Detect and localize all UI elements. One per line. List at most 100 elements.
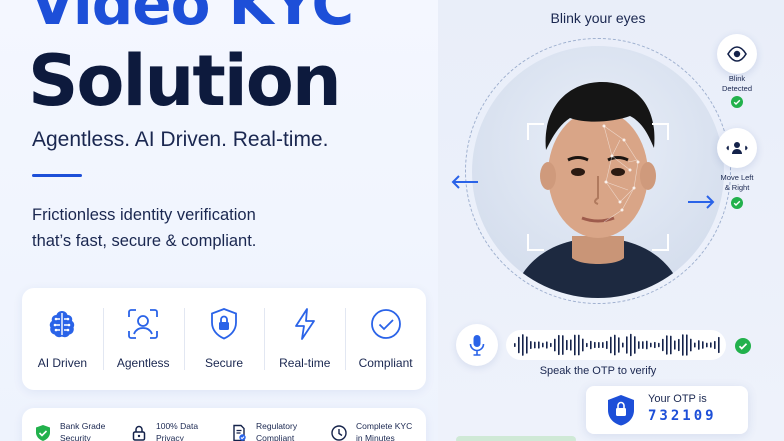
waveform-bar	[618, 337, 620, 353]
waveform-bar	[574, 334, 576, 356]
microphone-button[interactable]	[456, 324, 498, 366]
waveform-bar	[578, 334, 580, 356]
waveform-bar	[590, 340, 592, 350]
waveform-bars	[514, 333, 720, 357]
waveform-bar	[542, 342, 544, 348]
waveform-bar	[586, 342, 588, 348]
waveform-bar	[694, 342, 696, 348]
face-scan-icon	[123, 304, 163, 344]
waveform-bar	[650, 342, 652, 348]
eye-indicator	[717, 34, 757, 74]
divider	[32, 174, 82, 177]
waveform-bar	[710, 342, 712, 348]
waveform-bar	[518, 336, 520, 354]
waveform-bar	[630, 333, 632, 357]
feature-agentless: Agentless	[102, 288, 184, 390]
waveform-bar	[530, 340, 532, 350]
feature-compliant: Compliant	[345, 288, 426, 390]
verification-panel: Blink your eyes Blink Detected Move Left…	[438, 0, 784, 441]
shield-check-icon	[36, 425, 50, 441]
waveform-bar	[670, 335, 672, 355]
shield-lock-icon	[204, 304, 244, 344]
status-bar	[456, 436, 576, 441]
badge-text: Complete KYC	[356, 421, 413, 431]
waveform-bar	[622, 342, 624, 348]
otp-speak-prompt: Speak the OTP to verify	[539, 365, 657, 377]
badge-text: Bank Grade	[60, 421, 106, 431]
feature-label: Compliant	[358, 356, 413, 370]
badge-text: 100% Data	[156, 421, 199, 431]
shield-lock-icon	[608, 395, 634, 426]
otp-title: Your OTP is	[648, 393, 707, 405]
waveform-bar	[538, 341, 540, 349]
waveform-bar	[682, 334, 684, 356]
waveform-bar	[662, 338, 664, 352]
waveform-bar	[702, 341, 704, 349]
arrow-left-icon	[451, 175, 478, 189]
brain-icon	[42, 304, 82, 344]
waveform-bar	[546, 341, 548, 349]
badge-data-privacy: 100% Data Privacy	[130, 420, 198, 441]
waveform-bar	[646, 340, 648, 350]
face-portrait	[512, 82, 684, 298]
otp-card: Your OTP is 732109	[586, 386, 748, 434]
eye-icon	[727, 46, 747, 62]
liveness-prompt: Blink your eyes	[550, 10, 646, 26]
waveform-bar	[674, 340, 676, 350]
waveform-bar	[638, 341, 640, 349]
feature-label: AI Driven	[37, 356, 88, 370]
waveform-bar	[526, 336, 528, 354]
description-line: Frictionless identity verification	[32, 206, 256, 224]
microphone-icon	[469, 335, 485, 356]
check-icon	[731, 96, 743, 108]
lightning-icon	[285, 304, 325, 344]
tagline: Agentless. AI Driven. Real-time.	[32, 128, 329, 151]
clock-icon	[331, 425, 347, 441]
feature-label: Agentless	[116, 356, 170, 370]
person-move-icon	[726, 142, 748, 154]
waveform-bar	[610, 336, 612, 354]
trust-badges: Bank Grade Security 100% Data Privacy Re…	[22, 408, 426, 441]
waveform-bar	[686, 334, 688, 356]
waveform-bar	[566, 339, 568, 351]
arrow-right-icon	[688, 195, 715, 209]
waveform-bar	[614, 334, 616, 356]
waveform-bar	[714, 340, 716, 350]
badge-text: Compliant	[256, 433, 295, 441]
hero-panel: Video KYC Solution Agentless. AI Driven.…	[0, 0, 438, 441]
move-status-text: Move Left	[720, 173, 754, 182]
waveform-bar	[514, 343, 516, 347]
waveform-bar	[582, 338, 584, 352]
move-status-label: Move Left & Right	[707, 173, 767, 193]
badge-text: in Minutes	[356, 433, 395, 441]
waveform-bar	[550, 342, 552, 348]
waveform-bar	[570, 339, 572, 351]
check-circle-icon	[366, 304, 406, 344]
face-camera-view	[472, 46, 724, 298]
waveform-bar	[558, 334, 560, 356]
waveform-bar	[606, 340, 608, 350]
waveform-bar	[678, 338, 680, 352]
waveform-bar	[534, 341, 536, 349]
badge-complete-kyc: Complete KYC in Minutes	[330, 420, 412, 441]
feature-label: Secure	[204, 356, 243, 370]
waveform-bar	[718, 336, 720, 354]
feature-ai-driven: AI Driven	[22, 288, 103, 390]
waveform-bar	[602, 341, 604, 349]
description-line: that’s fast, secure & compliant.	[32, 232, 257, 250]
feature-secure: Secure	[183, 288, 265, 390]
check-icon	[735, 338, 751, 354]
hero-title-line2: Solution	[28, 40, 342, 122]
waveform-bar	[598, 342, 600, 348]
waveform-bar	[706, 342, 708, 348]
waveform-bar	[562, 335, 564, 355]
waveform-bar	[642, 341, 644, 349]
badge-text: Privacy	[156, 433, 184, 441]
waveform-bar	[634, 336, 636, 354]
waveform-bar	[554, 338, 556, 352]
blink-status-label: Blink Detected	[707, 74, 767, 94]
check-icon	[731, 197, 743, 209]
description: Frictionless identity verification that’…	[32, 202, 412, 254]
lock-icon	[132, 425, 146, 441]
feature-card: AI Driven Agentless Secure Real-time Com…	[22, 288, 426, 390]
